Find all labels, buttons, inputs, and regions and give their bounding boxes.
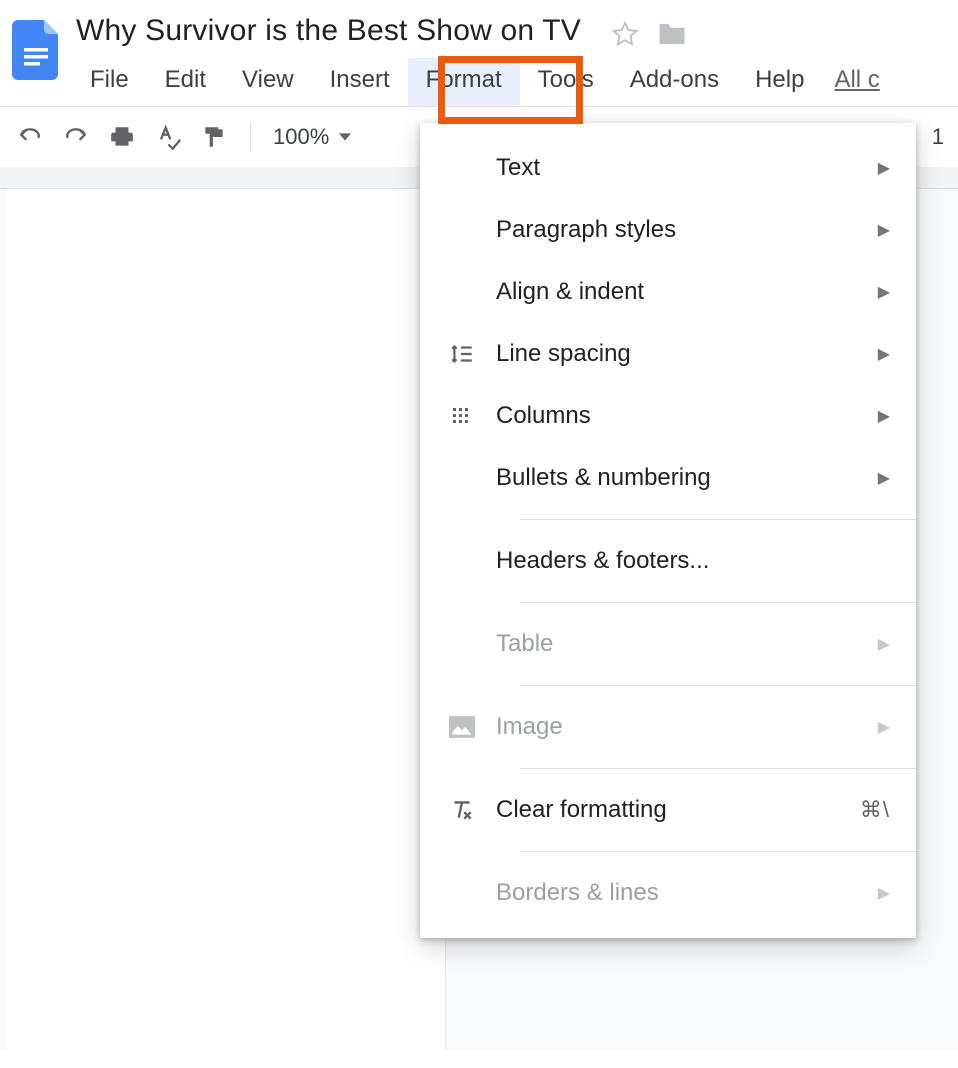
format-bullets-label: Bullets & numbering: [496, 464, 860, 492]
menu-help[interactable]: Help: [737, 58, 822, 106]
format-image-label: Image: [496, 713, 860, 741]
format-align-indent[interactable]: Align & indent ▶: [420, 261, 916, 323]
format-line-spacing[interactable]: Line spacing ▶: [420, 323, 916, 385]
all-changes-link[interactable]: All c: [822, 58, 879, 106]
image-icon: [446, 716, 478, 738]
format-image: Image ▶: [420, 696, 916, 758]
zoom-value: 100%: [273, 124, 329, 150]
format-text-label: Text: [496, 154, 860, 182]
undo-button[interactable]: [10, 117, 50, 157]
format-table-label: Table: [496, 630, 860, 658]
title-area: Why Survivor is the Best Show on TV File…: [72, 10, 958, 106]
print-button[interactable]: [102, 117, 142, 157]
format-columns-label: Columns: [496, 402, 860, 430]
docs-logo[interactable]: [8, 14, 64, 86]
chevron-right-icon: ▶: [878, 717, 890, 737]
redo-button[interactable]: [56, 117, 96, 157]
clear-formatting-icon: [446, 797, 478, 823]
toolbar-separator: [250, 122, 251, 152]
format-align-label: Align & indent: [496, 278, 860, 306]
menubar: File Edit View Insert Format Tools Add-o…: [72, 58, 958, 106]
format-paragraph-styles[interactable]: Paragraph styles ▶: [420, 199, 916, 261]
menu-addons[interactable]: Add-ons: [612, 58, 737, 106]
format-clear-label: Clear formatting: [496, 796, 842, 824]
chevron-right-icon: ▶: [878, 282, 890, 302]
star-icon[interactable]: [611, 20, 639, 48]
columns-icon: [446, 404, 478, 428]
format-bullets-numbering[interactable]: Bullets & numbering ▶: [420, 447, 916, 509]
format-text[interactable]: Text ▶: [420, 137, 916, 199]
menu-tools[interactable]: Tools: [520, 58, 612, 106]
format-columns[interactable]: Columns ▶: [420, 385, 916, 447]
zoom-dropdown[interactable]: 100%: [267, 124, 357, 150]
format-headers-footers[interactable]: Headers & footers...: [420, 530, 916, 592]
format-table: Table ▶: [420, 613, 916, 675]
line-spacing-icon: [446, 341, 478, 367]
document-title[interactable]: Why Survivor is the Best Show on TV: [72, 10, 581, 58]
format-borders-label: Borders & lines: [496, 879, 860, 907]
format-linespacing-label: Line spacing: [496, 340, 860, 368]
header: Why Survivor is the Best Show on TV File…: [0, 0, 958, 106]
menu-edit[interactable]: Edit: [147, 58, 224, 106]
chevron-right-icon: ▶: [878, 220, 890, 240]
paint-format-button[interactable]: [194, 117, 234, 157]
document-page[interactable]: [6, 189, 446, 1050]
chevron-right-icon: ▶: [878, 634, 890, 654]
menu-divider: [520, 519, 916, 520]
format-clear-formatting[interactable]: Clear formatting ⌘\: [420, 779, 916, 841]
format-borders-lines: Borders & lines ▶: [420, 862, 916, 924]
chevron-right-icon: ▶: [878, 344, 890, 364]
menu-divider: [520, 768, 916, 769]
chevron-right-icon: ▶: [878, 883, 890, 903]
format-dropdown: Text ▶ Paragraph styles ▶ Align & indent…: [420, 123, 916, 938]
chevron-right-icon: ▶: [878, 468, 890, 488]
chevron-right-icon: ▶: [878, 158, 890, 178]
folder-icon[interactable]: [657, 21, 687, 47]
ruler-value: 1: [932, 124, 948, 150]
menu-divider: [520, 851, 916, 852]
format-paragraph-label: Paragraph styles: [496, 216, 860, 244]
format-headers-label: Headers & footers...: [496, 547, 890, 575]
spellcheck-button[interactable]: [148, 117, 188, 157]
clear-shortcut: ⌘\: [860, 797, 890, 823]
menu-file[interactable]: File: [72, 58, 147, 106]
menu-insert[interactable]: Insert: [312, 58, 408, 106]
menu-format[interactable]: Format: [408, 58, 520, 106]
menu-view[interactable]: View: [224, 58, 312, 106]
menu-divider: [520, 602, 916, 603]
menu-divider: [520, 685, 916, 686]
chevron-right-icon: ▶: [878, 406, 890, 426]
